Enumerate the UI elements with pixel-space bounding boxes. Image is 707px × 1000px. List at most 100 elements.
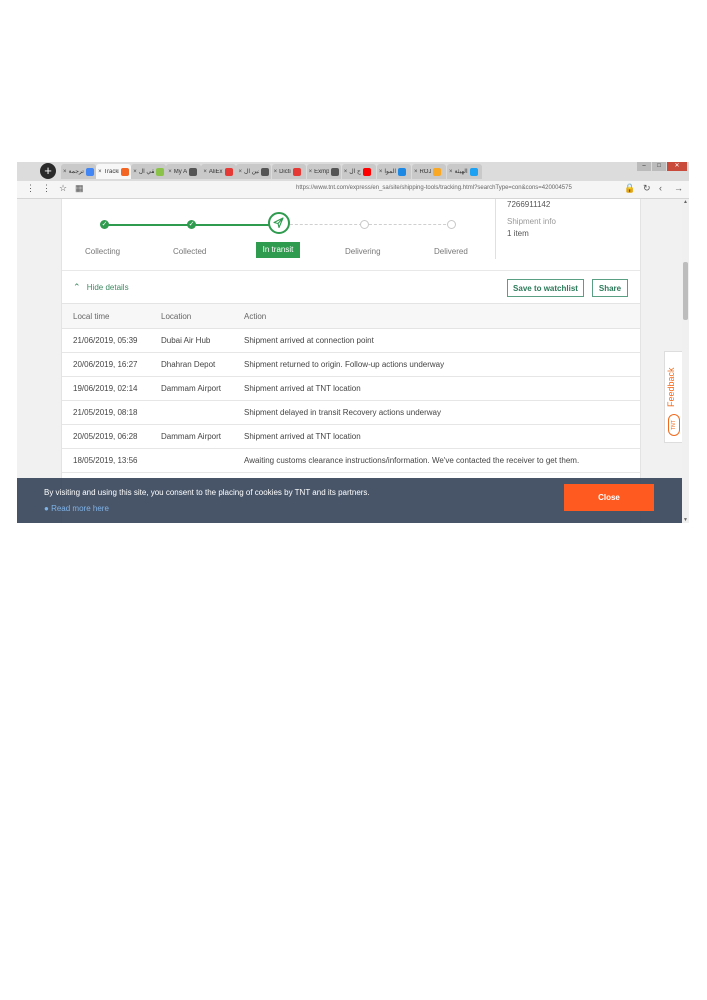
browser-tab[interactable]: × ح ال [341, 164, 377, 179]
hide-details-label: Hide details [86, 283, 129, 292]
chevron-up-icon: ⌃ [73, 282, 81, 292]
table-row: 20/05/2019, 06:28 Dammam Airport Shipment … [62, 424, 640, 449]
browser-tab[interactable]: × Tracki [96, 164, 131, 179]
cell-action: Shipment arrived at connection point [244, 336, 374, 345]
tab-favicon-icon [362, 167, 371, 176]
tab-strip: + ×ترجمة×Tracki×تلقي ال×My A×AliEx×حين ا… [17, 162, 689, 181]
browser-tab[interactable]: × Exmp [306, 164, 342, 179]
column-header-action: Action [244, 312, 267, 321]
reload-icon[interactable]: ↻ [643, 183, 651, 194]
tab-close-icon[interactable]: × [274, 169, 278, 175]
table-row: 21/05/2019, 08:18 Shipment delayed in tra… [62, 400, 640, 425]
cookie-close-button[interactable]: Close [564, 484, 654, 511]
feedback-label: Feedback [666, 367, 676, 407]
table-row: 18/05/2019, 13:56 Awaiting customs cleara… [62, 448, 640, 473]
info-icon: ● [44, 504, 49, 513]
browser-tab[interactable]: × My A [166, 164, 201, 179]
back-icon[interactable]: ‹ [659, 183, 662, 193]
step-label-collecting: Collecting [85, 247, 121, 256]
tab-close-icon[interactable]: × [379, 169, 383, 175]
hide-details-link[interactable]: ⌃ Hide details [73, 282, 129, 293]
menu-dots-icon[interactable]: ⋮ [26, 183, 35, 194]
browser-tab[interactable]: ×تلقي ال [131, 164, 166, 179]
cell-time: 21/05/2019, 08:18 [73, 408, 138, 417]
forward-icon[interactable]: → [674, 183, 683, 193]
new-tab-button[interactable]: + [40, 163, 56, 179]
tab-label: حين ال [243, 169, 259, 175]
cell-location: Dhahran Depot [161, 360, 216, 369]
tab-label: My A [173, 168, 188, 175]
browser-screenshot: + ×ترجمة×Tracki×تلقي ال×My A×AliEx×حين ا… [17, 162, 689, 523]
tab-close-icon[interactable]: × [238, 169, 242, 175]
shipment-info-label: Shipment info [507, 217, 556, 226]
tracking-card: ✓ ✓ Collecting Collected In transit Deli… [61, 199, 641, 523]
cell-action: Shipment returned to origin. Follow-up a… [244, 360, 445, 369]
tab-label: Tracki [103, 168, 119, 175]
tab-favicon-icon [224, 167, 233, 176]
browser-tab[interactable]: × ROJ [411, 164, 447, 179]
extensions-icon[interactable]: ▦ [75, 183, 84, 194]
shipment-items: 1 item [507, 229, 529, 238]
in-transit-plane-icon [268, 212, 290, 234]
tab-label: Exmp [314, 168, 330, 175]
cell-time: 20/05/2019, 06:28 [73, 432, 138, 441]
browser-tab[interactable]: ×حين ال [236, 164, 271, 179]
tab-label: ROJ [419, 168, 432, 175]
table-row: 21/06/2019, 05:39 Dubai Air Hub Shipment a… [62, 328, 640, 353]
maximize-button[interactable]: □ [652, 162, 666, 171]
tab-label: ح ال [349, 169, 361, 175]
lock-icon: 🔒 [624, 183, 636, 193]
tab-close-icon[interactable]: × [168, 169, 172, 175]
step-badge-in-transit: In transit [256, 242, 300, 258]
scroll-up-icon[interactable]: ▲ [682, 199, 689, 205]
browser-tab[interactable]: × AliEx [201, 164, 236, 179]
tnt-logo-text: TNT [670, 420, 677, 430]
url-field[interactable]: https://www.tnt.com/express/en_sa/site/s… [296, 185, 572, 191]
tab-close-icon[interactable]: × [449, 169, 453, 175]
scroll-down-icon[interactable]: ▼ [682, 517, 689, 523]
cookie-read-more-link[interactable]: ● Read more here [44, 504, 109, 513]
save-to-watchlist-button[interactable]: Save to watchlist [507, 279, 584, 297]
cell-action: Shipment delayed in transit Recovery act… [244, 408, 441, 417]
share-button[interactable]: Share [592, 279, 628, 297]
step-label-delivering: Delivering [345, 247, 381, 256]
close-window-button[interactable]: ✕ [667, 162, 687, 171]
cell-location: Dammam Airport [161, 384, 222, 393]
window-controls: – □ ✕ [637, 162, 687, 171]
cell-action: Awaiting customs clearance instructions/… [244, 456, 580, 465]
tab-close-icon[interactable]: × [309, 169, 313, 175]
tab-close-icon[interactable]: × [63, 169, 67, 175]
browser-tab[interactable]: × Dicti [271, 164, 307, 179]
tab-label: الهيئة [454, 169, 468, 175]
tab-favicon-icon [189, 167, 198, 176]
tab-favicon-icon [120, 167, 129, 176]
extension-icon[interactable]: ⋮ [42, 183, 51, 194]
feedback-tab[interactable]: Feedback TNT [664, 351, 684, 443]
minimize-button[interactable]: – [637, 162, 651, 171]
tab-close-icon[interactable]: × [98, 169, 102, 175]
tab-close-icon[interactable]: × [344, 169, 348, 175]
tab-favicon-icon [398, 167, 407, 176]
scrollbar-thumb[interactable] [683, 262, 688, 320]
side-divider [495, 199, 496, 259]
tracking-page: ✓ ✓ Collecting Collected In transit Deli… [17, 199, 684, 523]
tab-favicon-icon [331, 167, 340, 176]
tab-favicon-icon [292, 167, 301, 176]
cell-location: Dammam Airport [161, 432, 222, 441]
tab-close-icon[interactable]: × [203, 169, 207, 175]
browser-tab[interactable]: × الموا [376, 164, 412, 179]
tab-favicon-icon [260, 167, 269, 176]
step-delivered-circle-icon [447, 220, 456, 229]
browser-tab[interactable]: × ترجمة [61, 164, 96, 179]
scrollbar[interactable]: ▲ ▼ [682, 199, 689, 523]
bookmark-star-icon[interactable]: ☆ [59, 183, 67, 194]
cell-time: 19/06/2019, 02:14 [73, 384, 138, 393]
cell-action: Shipment arrived at TNT location [244, 432, 361, 441]
step-label-collected: Collected [173, 247, 207, 256]
tab-close-icon[interactable]: × [414, 169, 418, 175]
tab-close-icon[interactable]: × [133, 169, 137, 175]
cookie-banner: By visiting and using this site, you con… [17, 478, 682, 523]
address-bar: ⋮ ⋮ ☆ ▦ https://www.tnt.com/express/en_s… [17, 181, 689, 199]
tab-label: AliEx [208, 168, 223, 175]
browser-tab[interactable]: × الهيئة [447, 164, 482, 179]
